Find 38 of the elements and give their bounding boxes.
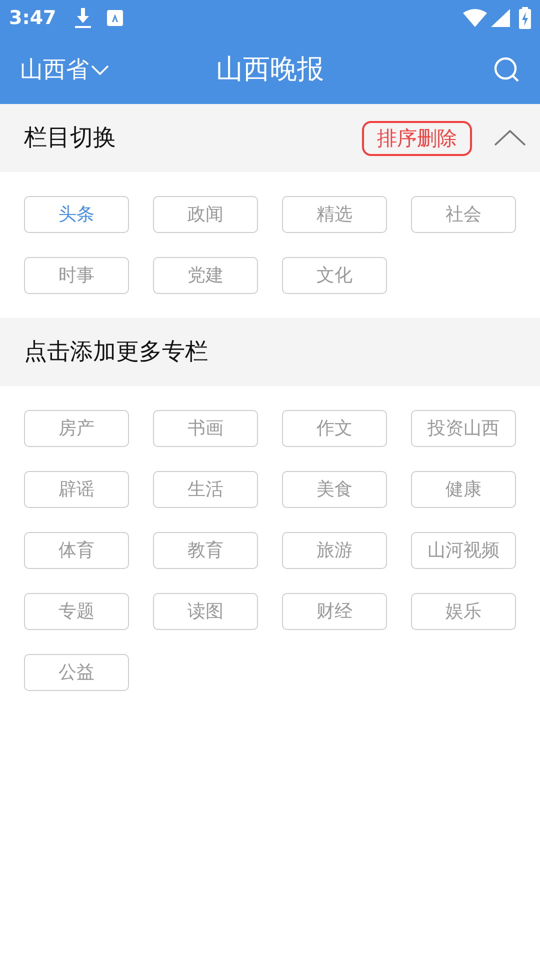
channel-chip[interactable]: 健康 [411,471,516,508]
section-title: 栏目切换 [24,124,116,153]
channel-chip[interactable]: 辟谣 [24,471,129,508]
battery-icon [519,7,531,29]
channel-chip[interactable]: 财经 [282,593,387,630]
channel-chip[interactable]: 政闻 [153,196,258,233]
channel-chip[interactable]: 党建 [153,257,258,294]
chevron-down-icon [91,65,109,75]
channel-chip[interactable]: 生活 [153,471,258,508]
channel-chip[interactable]: 专题 [24,593,129,630]
channel-chip[interactable]: 文化 [282,257,387,294]
channel-chip[interactable]: 房产 [24,410,129,447]
sort-delete-button[interactable]: 排序删除 [362,120,472,156]
channel-chip[interactable]: 精选 [282,196,387,233]
app-title: 山西晚报 [216,52,324,87]
channel-chip[interactable]: 体育 [24,532,129,569]
app-notification-icon [107,10,124,26]
chevron-up-icon[interactable] [494,130,526,146]
channel-chip[interactable]: 书画 [153,410,258,447]
channel-chip[interactable]: 美食 [282,471,387,508]
channel-chip[interactable]: 旅游 [282,532,387,569]
search-icon[interactable] [494,57,520,83]
section-title: 点击添加更多专栏 [24,338,208,367]
download-icon [74,7,92,29]
channel-chip[interactable]: 娱乐 [411,593,516,630]
status-time: 3:47 [9,6,56,31]
channel-chip[interactable]: 读图 [153,593,258,630]
channel-chip[interactable]: 社会 [411,196,516,233]
signal-icon [491,9,510,27]
channel-chip[interactable]: 作文 [282,410,387,447]
channel-chip[interactable]: 时事 [24,257,129,294]
channel-chip[interactable]: 头条 [24,196,129,233]
channel-chip[interactable]: 公益 [24,654,129,691]
channel-chip[interactable]: 投资山西 [411,410,516,447]
wifi-icon [463,9,487,27]
province-selector[interactable]: 山西省 [20,52,109,88]
channel-chip[interactable]: 教育 [153,532,258,569]
channel-chip[interactable]: 山河视频 [411,532,516,569]
